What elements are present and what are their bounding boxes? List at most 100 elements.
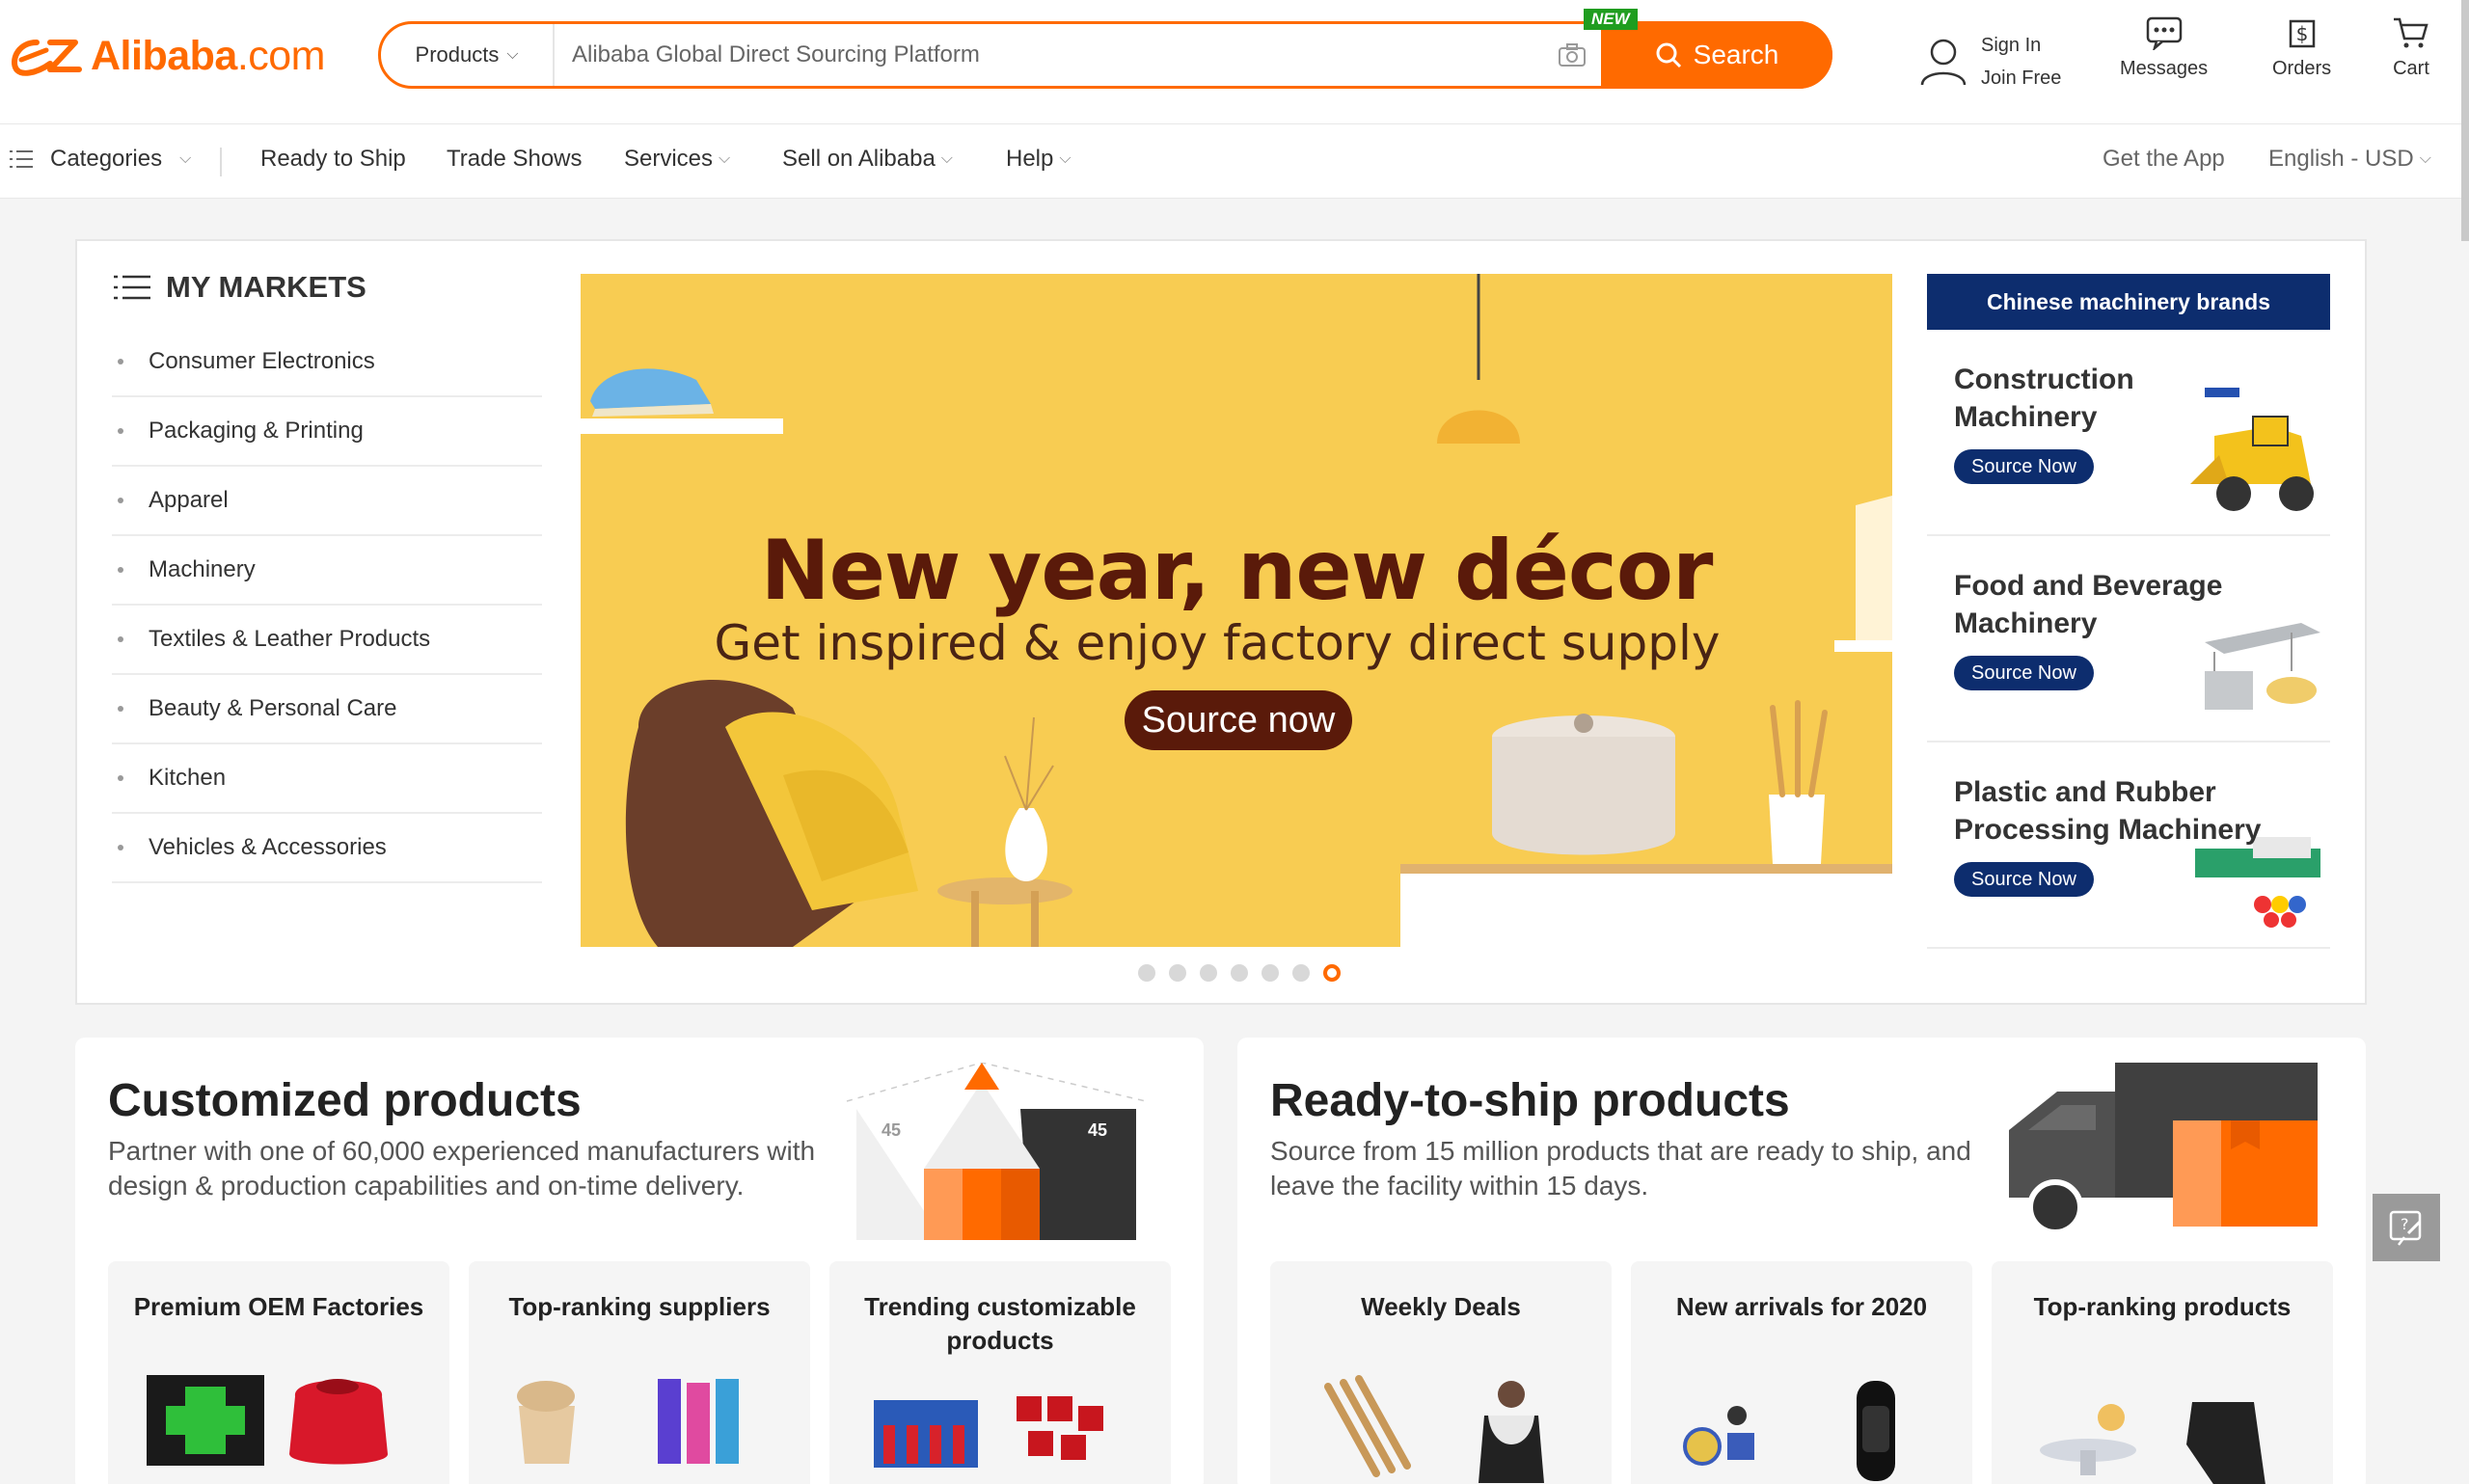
carousel-dot[interactable] xyxy=(1138,964,1155,982)
angle-label-left: 45 xyxy=(882,1120,901,1140)
cart-button[interactable]: Cart xyxy=(2392,15,2430,80)
customized-products-title[interactable]: Customized products xyxy=(108,1074,582,1127)
nav-sell-on-alibaba[interactable]: Sell on Alibaba ⌵ xyxy=(782,146,953,173)
alibaba-logo[interactable]: Alibaba.com xyxy=(8,29,326,83)
new-badge: NEW xyxy=(1584,9,1638,30)
carousel-dot[interactable] xyxy=(1292,964,1310,982)
market-item[interactable]: Kitchen xyxy=(112,744,542,814)
categories-menu[interactable]: Categories ⌵ xyxy=(8,146,191,173)
main-nav: Categories ⌵ Ready to Ship Trade Shows S… xyxy=(0,123,2469,199)
list-icon xyxy=(10,150,33,168)
search-icon xyxy=(1656,42,1681,68)
angle-label-right: 45 xyxy=(1088,1120,1107,1140)
machinery-brands-panel: Chinese machinery brands Construction Ma… xyxy=(1927,274,2330,949)
subcategory-card[interactable]: Top-ranking suppliers xyxy=(469,1261,810,1484)
source-now-button[interactable]: Source Now xyxy=(1954,449,2094,484)
customized-products-desc: Partner with one of 60,000 experienced m… xyxy=(108,1136,816,1201)
subcategory-card[interactable]: New arrivals for 2020 xyxy=(1631,1261,1972,1484)
bullet-icon xyxy=(118,428,123,434)
ready-to-ship-title[interactable]: Ready-to-ship products xyxy=(1270,1074,1790,1127)
svg-text:?: ? xyxy=(2401,1215,2409,1233)
cart-label: Cart xyxy=(2393,58,2429,79)
nav-help[interactable]: Help ⌵ xyxy=(1006,146,1072,173)
top-header: Alibaba.com Products ⌵ NEW Search Sign I… xyxy=(0,0,2469,123)
ready-to-ship-panel: Ready-to-ship products Source from 15 mi… xyxy=(1237,1038,2366,1484)
market-item[interactable]: Packaging & Printing xyxy=(112,397,542,467)
brand-card[interactable]: Construction Machinery Source Now xyxy=(1927,330,2330,536)
market-item[interactable]: Machinery xyxy=(112,536,542,606)
search-button-label: Search xyxy=(1693,40,1779,69)
user-icon xyxy=(1920,39,1967,86)
brand-name: Plastic and Rubber Processing Machinery xyxy=(1954,776,2262,846)
search-input[interactable] xyxy=(555,24,1543,86)
weekly-deals-image xyxy=(1324,1375,1544,1483)
truck-icon xyxy=(2009,1063,2318,1235)
search-category-dropdown[interactable]: Products ⌵ xyxy=(381,24,555,86)
market-item[interactable]: Apparel xyxy=(112,467,542,536)
sign-in-link[interactable]: Sign In xyxy=(1981,29,2061,62)
chevron-down-icon: ⌵ xyxy=(719,150,731,167)
subcategory-card[interactable]: Premium OEM Factories xyxy=(108,1261,449,1484)
market-item[interactable]: Consumer Electronics xyxy=(112,328,542,397)
get-the-app-link[interactable]: Get the App xyxy=(2103,146,2225,173)
market-item[interactable]: Textiles & Leather Products xyxy=(112,606,542,675)
camera-icon[interactable] xyxy=(1543,24,1601,86)
carousel-dot[interactable] xyxy=(1262,964,1279,982)
feedback-icon: ? xyxy=(2389,1210,2422,1246)
orders-icon: $ xyxy=(2289,19,2315,48)
svg-text:$: $ xyxy=(2295,22,2308,45)
carousel-dot[interactable] xyxy=(1200,964,1217,982)
oem-products-image xyxy=(147,1375,388,1466)
source-now-button[interactable]: Source Now xyxy=(1954,656,2094,690)
brand-card[interactable]: Food and Beverage Machinery Source Now xyxy=(1927,536,2330,742)
list-icon xyxy=(114,275,150,300)
search-button[interactable]: NEW Search xyxy=(1584,9,1832,89)
brand-card[interactable]: Plastic and Rubber Processing Machinery … xyxy=(1927,742,2330,949)
banner-subline: Get inspired & enjoy factory direct supp… xyxy=(714,615,1721,671)
banner-headline: New year, new décor xyxy=(760,523,1714,619)
messages-button[interactable]: Messages xyxy=(2120,15,2208,80)
subcategory-card[interactable]: Trending customizable products xyxy=(829,1261,1171,1484)
carousel-dot-active[interactable] xyxy=(1323,964,1341,982)
carousel-dots xyxy=(1138,964,1341,982)
promo-banner[interactable]: New year, new décor Get inspired & enjoy… xyxy=(581,274,1892,947)
brand-name: Construction Machinery xyxy=(1954,364,2134,433)
search-bar: Products ⌵ NEW Search xyxy=(378,9,1832,89)
customized-products-panel: Customized products Partner with one of … xyxy=(75,1038,1204,1484)
markets-list: Consumer Electronics Packaging & Printin… xyxy=(112,328,542,883)
brand-name: Food and Beverage Machinery xyxy=(1954,570,2223,639)
logo-wordmark: Alibaba.com xyxy=(91,32,326,79)
sign-in-area[interactable]: Sign In Join Free xyxy=(1919,29,2061,94)
orders-label: Orders xyxy=(2272,58,2332,79)
bullet-icon xyxy=(118,636,123,642)
source-now-button[interactable]: Source Now xyxy=(1954,862,2094,897)
subcategory-card[interactable]: Top-ranking products xyxy=(1992,1261,2333,1484)
nav-services[interactable]: Services ⌵ xyxy=(624,146,730,173)
chevron-down-icon: ⌵ xyxy=(940,150,953,167)
orders-button[interactable]: $ Orders xyxy=(2272,15,2331,80)
search-category-label: Products xyxy=(415,42,500,67)
chevron-down-icon: ⌵ xyxy=(506,46,519,63)
chevron-down-icon: ⌵ xyxy=(179,150,192,167)
chevron-down-icon: ⌵ xyxy=(2419,150,2431,167)
market-item[interactable]: Vehicles & Accessories xyxy=(112,814,542,883)
page-scrollbar[interactable] xyxy=(2461,0,2469,241)
bullet-icon xyxy=(118,775,123,781)
carousel-dot[interactable] xyxy=(1231,964,1248,982)
hero-section: MY MARKETS Consumer Electronics Packagin… xyxy=(75,239,2367,1005)
messages-label: Messages xyxy=(2120,58,2209,79)
market-item[interactable]: Beauty & Personal Care xyxy=(112,675,542,744)
subcategory-card[interactable]: Weekly Deals xyxy=(1270,1261,1612,1484)
top-ranking-image xyxy=(2040,1402,2266,1484)
pencil-icon: 45 45 xyxy=(846,1063,1147,1240)
join-free-link[interactable]: Join Free xyxy=(1981,62,2061,94)
nav-trade-shows[interactable]: Trade Shows xyxy=(447,146,583,173)
cart-icon xyxy=(2394,17,2428,48)
banner-source-now-button[interactable]: Source now xyxy=(1125,690,1352,750)
nav-ready-to-ship[interactable]: Ready to Ship xyxy=(260,146,406,173)
machinery-brands-heading[interactable]: Chinese machinery brands xyxy=(1927,274,2330,330)
feedback-button[interactable]: ? xyxy=(2373,1194,2440,1261)
carousel-dot[interactable] xyxy=(1169,964,1186,982)
language-currency-selector[interactable]: English - USD ⌵ xyxy=(2268,146,2431,173)
ready-to-ship-desc: Source from 15 million products that are… xyxy=(1270,1136,1971,1201)
